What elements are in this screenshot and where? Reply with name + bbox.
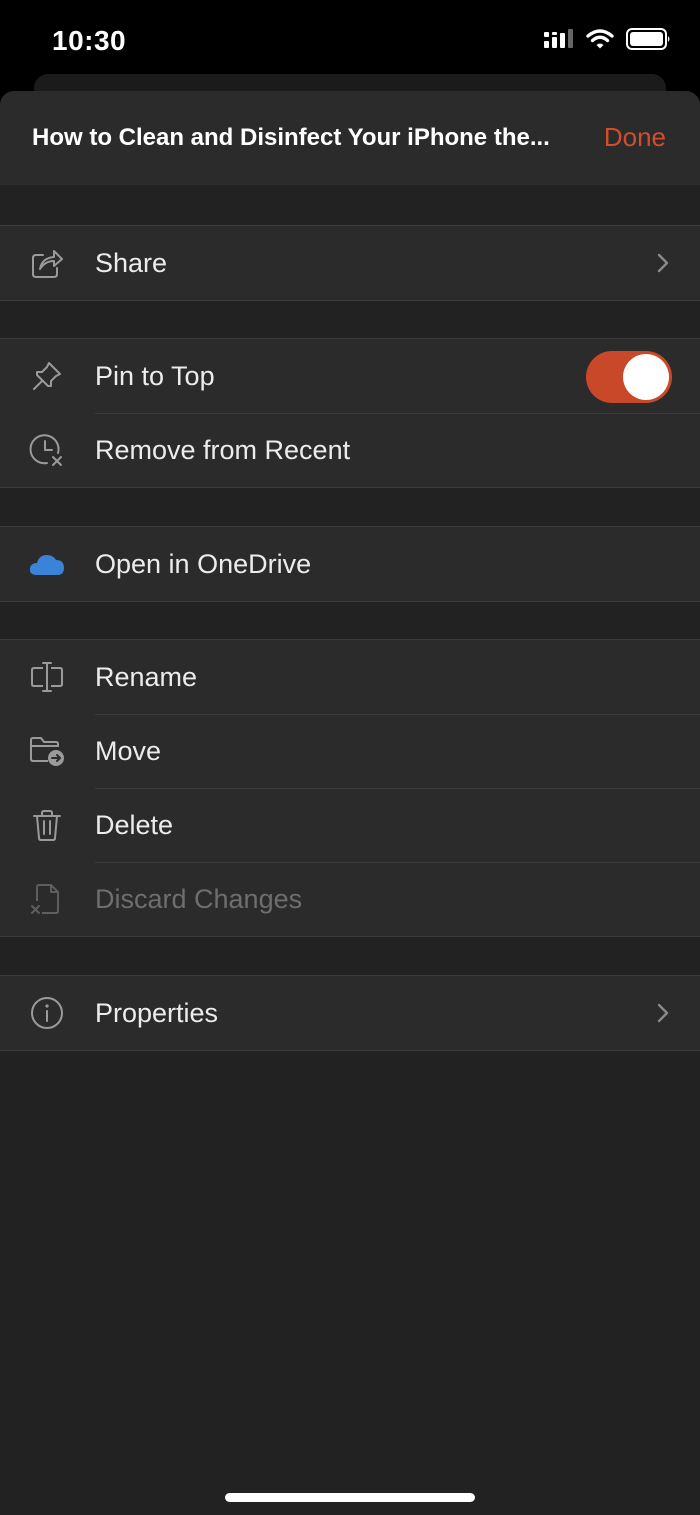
discard-file-icon — [28, 881, 66, 917]
delete-row[interactable]: Delete — [0, 788, 700, 862]
share-group: Share — [0, 225, 700, 301]
sheet-header: How to Clean and Disinfect Your iPhone t… — [0, 91, 700, 185]
share-label: Share — [95, 248, 168, 278]
rename-row[interactable]: Rename — [0, 640, 700, 714]
delete-label: Delete — [95, 810, 174, 840]
action-sheet: How to Clean and Disinfect Your iPhone t… — [0, 91, 700, 1515]
battery-icon — [626, 28, 670, 50]
move-folder-icon — [28, 733, 66, 769]
share-icon — [28, 245, 66, 281]
onedrive-icon — [28, 546, 66, 582]
properties-label: Properties — [95, 998, 219, 1028]
rename-label: Rename — [95, 662, 198, 692]
info-icon — [28, 995, 66, 1031]
pin-icon — [28, 358, 66, 394]
chevron-right-icon — [657, 253, 669, 273]
onedrive-group: Open in OneDrive — [0, 526, 700, 602]
chevron-right-icon — [657, 1003, 669, 1023]
properties-row[interactable]: Properties — [0, 976, 700, 1050]
open-in-onedrive-label: Open in OneDrive — [95, 549, 312, 579]
rename-icon — [28, 659, 66, 695]
clock-remove-icon — [28, 432, 66, 468]
pin-to-top-label: Pin to Top — [95, 361, 215, 391]
pin-to-top-row: Pin to Top — [0, 339, 700, 413]
status-time: 10:30 — [52, 25, 127, 56]
home-indicator[interactable] — [225, 1493, 475, 1502]
discard-changes-label: Discard Changes — [95, 884, 303, 914]
discard-changes-row: Discard Changes — [0, 862, 700, 936]
move-row[interactable]: Move — [0, 714, 700, 788]
recent-group: Pin to Top Remove from Recent — [0, 338, 700, 488]
cellular-signal-icon — [544, 29, 573, 48]
file-actions-group: Rename Move Delete Discard Changes — [0, 639, 700, 937]
move-label: Move — [95, 736, 162, 766]
status-icons — [544, 28, 672, 50]
done-button[interactable]: Done — [604, 122, 666, 153]
toggle-knob — [623, 354, 669, 400]
properties-group: Properties — [0, 975, 700, 1051]
pin-to-top-toggle[interactable] — [586, 351, 672, 403]
share-row[interactable]: Share — [0, 226, 700, 300]
trash-icon — [28, 807, 66, 843]
wifi-icon — [586, 29, 614, 49]
document-title: How to Clean and Disinfect Your iPhone t… — [32, 124, 550, 151]
open-in-onedrive-row[interactable]: Open in OneDrive — [0, 527, 700, 601]
remove-from-recent-label: Remove from Recent — [95, 435, 351, 465]
remove-from-recent-row[interactable]: Remove from Recent — [0, 413, 700, 487]
